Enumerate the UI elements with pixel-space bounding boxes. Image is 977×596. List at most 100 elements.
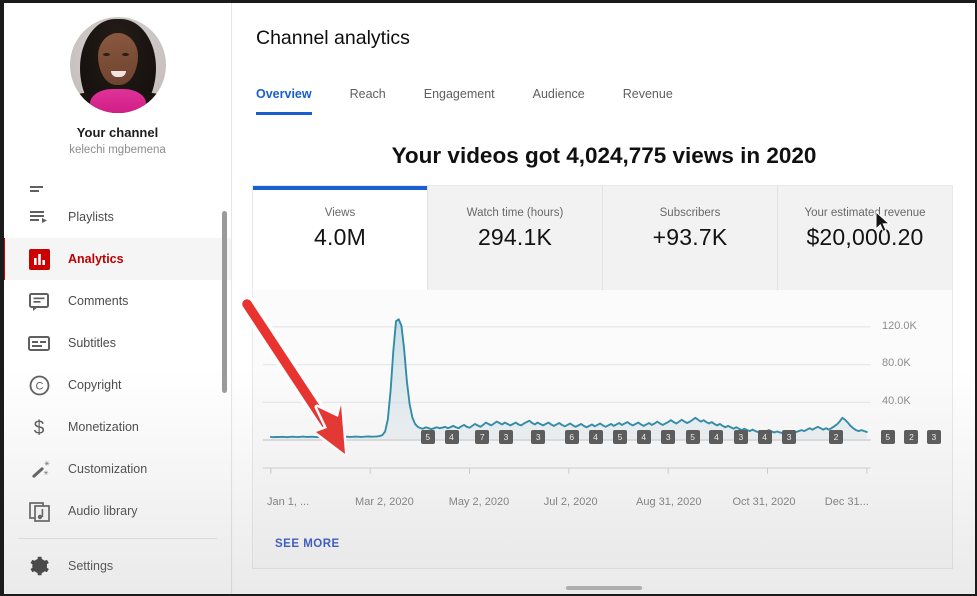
metric-card-views[interactable]: Views 4.0M xyxy=(253,186,428,290)
avatar-pink-top xyxy=(90,89,146,113)
avatar-face xyxy=(98,33,138,85)
sidebar-item-label: Customization xyxy=(68,462,147,476)
tab-revenue[interactable]: Revenue xyxy=(623,81,673,115)
metric-label: Subscribers xyxy=(660,207,721,219)
video-count-badge[interactable]: 4 xyxy=(637,430,651,444)
dollar-icon: $ xyxy=(26,416,52,438)
video-count-badge[interactable]: 3 xyxy=(499,430,513,444)
page-title: Channel analytics xyxy=(256,27,410,50)
sidebar-item-settings[interactable]: Settings xyxy=(4,545,231,587)
x-axis-tick: Oct 31, 2020 xyxy=(733,496,796,508)
video-count-badges: 5473364543543432523 xyxy=(253,430,952,448)
sidebar-item-label: Copyright xyxy=(68,378,122,392)
video-count-badge[interactable]: 7 xyxy=(475,430,489,444)
avatar-eye-right xyxy=(122,53,129,56)
sidebar-scrollbar[interactable] xyxy=(222,211,227,393)
comments-icon xyxy=(26,290,52,312)
video-count-badge[interactable]: 3 xyxy=(927,430,941,444)
sidebar-item-label: Settings xyxy=(68,559,113,573)
svg-text:✳: ✳ xyxy=(43,470,48,477)
x-axis-tick: Mar 2, 2020 xyxy=(355,496,414,508)
metric-value: 4.0M xyxy=(314,224,366,251)
magic-wand-icon: ✳ ✳ xyxy=(26,458,52,480)
svg-text:✳: ✳ xyxy=(44,460,50,468)
video-count-badge[interactable]: 5 xyxy=(613,430,627,444)
svg-text:C: C xyxy=(35,380,43,392)
metric-cards: Views 4.0M Watch time (hours) 294.1K Sub… xyxy=(253,186,952,290)
sidebar-item-comments[interactable]: Comments xyxy=(4,280,231,322)
video-count-badge[interactable]: 4 xyxy=(589,430,603,444)
playlist-icon xyxy=(26,206,52,228)
metric-label: Your estimated revenue xyxy=(804,207,925,219)
horizontal-scrollbar-nub[interactable] xyxy=(566,586,642,590)
x-axis-tick: Jan 1, ... xyxy=(267,496,309,508)
views-line-chart xyxy=(253,290,952,514)
sidebar-item-copyright[interactable]: C Copyright xyxy=(4,364,231,406)
video-count-badge[interactable]: 3 xyxy=(531,430,545,444)
sidebar-item-playlists[interactable]: Playlists xyxy=(4,196,231,238)
sidebar-item-label: Comments xyxy=(68,294,128,308)
overview-panel: Views 4.0M Watch time (hours) 294.1K Sub… xyxy=(252,185,953,569)
x-axis-tick: Aug 31, 2020 xyxy=(636,496,701,508)
sidebar-item-videos[interactable] xyxy=(4,170,231,196)
metric-value: $20,000.20 xyxy=(806,224,923,251)
views-chart: 120.0K80.0K40.0K0 Jan 1, ...Mar 2, 2020M… xyxy=(253,290,952,514)
video-count-badge[interactable]: 4 xyxy=(758,430,772,444)
channel-avatar[interactable] xyxy=(70,17,166,113)
sidebar-item-audio-library[interactable]: Audio library xyxy=(4,490,231,532)
sidebar-item-label: Monetization xyxy=(68,420,139,434)
tab-overview[interactable]: Overview xyxy=(256,81,312,115)
video-count-badge[interactable]: 4 xyxy=(709,430,723,444)
video-count-badge[interactable]: 3 xyxy=(661,430,675,444)
metric-label: Watch time (hours) xyxy=(467,207,564,219)
video-count-badge[interactable]: 3 xyxy=(734,430,748,444)
metric-value: +93.7K xyxy=(653,224,728,251)
main-content: Channel analytics Overview Reach Engagem… xyxy=(233,3,975,594)
metric-card-watch-time[interactable]: Watch time (hours) 294.1K xyxy=(428,186,603,290)
analytics-tabs: Overview Reach Engagement Audience Reven… xyxy=(256,81,711,115)
video-count-badge[interactable]: 4 xyxy=(445,430,459,444)
subtitles-icon xyxy=(26,332,52,354)
tab-audience[interactable]: Audience xyxy=(533,81,585,115)
sidebar: Your channel kelechi mgbemena xyxy=(4,3,232,594)
sidebar-item-monetization[interactable]: $ Monetization xyxy=(4,406,231,448)
channel-header[interactable]: Your channel kelechi mgbemena xyxy=(4,3,231,156)
sidebar-item-label: Playlists xyxy=(68,210,114,224)
x-axis-tick: May 2, 2020 xyxy=(449,496,510,508)
video-count-badge[interactable]: 5 xyxy=(686,430,700,444)
avatar-eye-left xyxy=(103,53,110,56)
x-axis-tick: Dec 31... xyxy=(825,496,869,508)
channel-handle: kelechi mgbemena xyxy=(4,144,231,156)
metric-card-estimated-revenue[interactable]: Your estimated revenue $20,000.20 xyxy=(778,186,952,290)
metric-value: 294.1K xyxy=(478,224,552,251)
video-count-badge[interactable]: 3 xyxy=(782,430,796,444)
gear-icon xyxy=(26,555,52,577)
metric-card-subscribers[interactable]: Subscribers +93.7K xyxy=(603,186,778,290)
tab-engagement[interactable]: Engagement xyxy=(424,81,495,115)
video-count-badge[interactable]: 6 xyxy=(565,430,579,444)
analytics-icon xyxy=(26,248,52,270)
sidebar-item-customization[interactable]: ✳ ✳ Customization xyxy=(4,448,231,490)
sidebar-item-analytics[interactable]: Analytics xyxy=(4,238,231,280)
copyright-icon: C xyxy=(26,374,52,396)
y-axis-tick: 120.0K xyxy=(882,320,942,332)
sidebar-divider xyxy=(18,538,217,539)
video-count-badge[interactable]: 5 xyxy=(881,430,895,444)
videos-icon xyxy=(26,174,52,196)
audio-library-icon xyxy=(26,500,52,522)
sidebar-item-label: Analytics xyxy=(68,252,124,266)
video-count-badge[interactable]: 2 xyxy=(904,430,918,444)
sidebar-item-subtitles[interactable]: Subtitles xyxy=(4,322,231,364)
svg-text:$: $ xyxy=(34,418,45,438)
video-count-badge[interactable]: 2 xyxy=(829,430,843,444)
video-count-badge[interactable]: 5 xyxy=(421,430,435,444)
tab-reach[interactable]: Reach xyxy=(350,81,386,115)
y-axis-tick: 80.0K xyxy=(882,357,942,369)
sidebar-item-label: Subtitles xyxy=(68,336,116,350)
see-more-link[interactable]: SEE MORE xyxy=(275,538,340,550)
y-axis-tick: 40.0K xyxy=(882,395,942,407)
sidebar-item-label: Audio library xyxy=(68,504,137,518)
youtube-studio-window: Your channel kelechi mgbemena xyxy=(0,0,977,596)
x-axis-tick: Jul 2, 2020 xyxy=(544,496,598,508)
metric-label: Views xyxy=(325,207,355,219)
